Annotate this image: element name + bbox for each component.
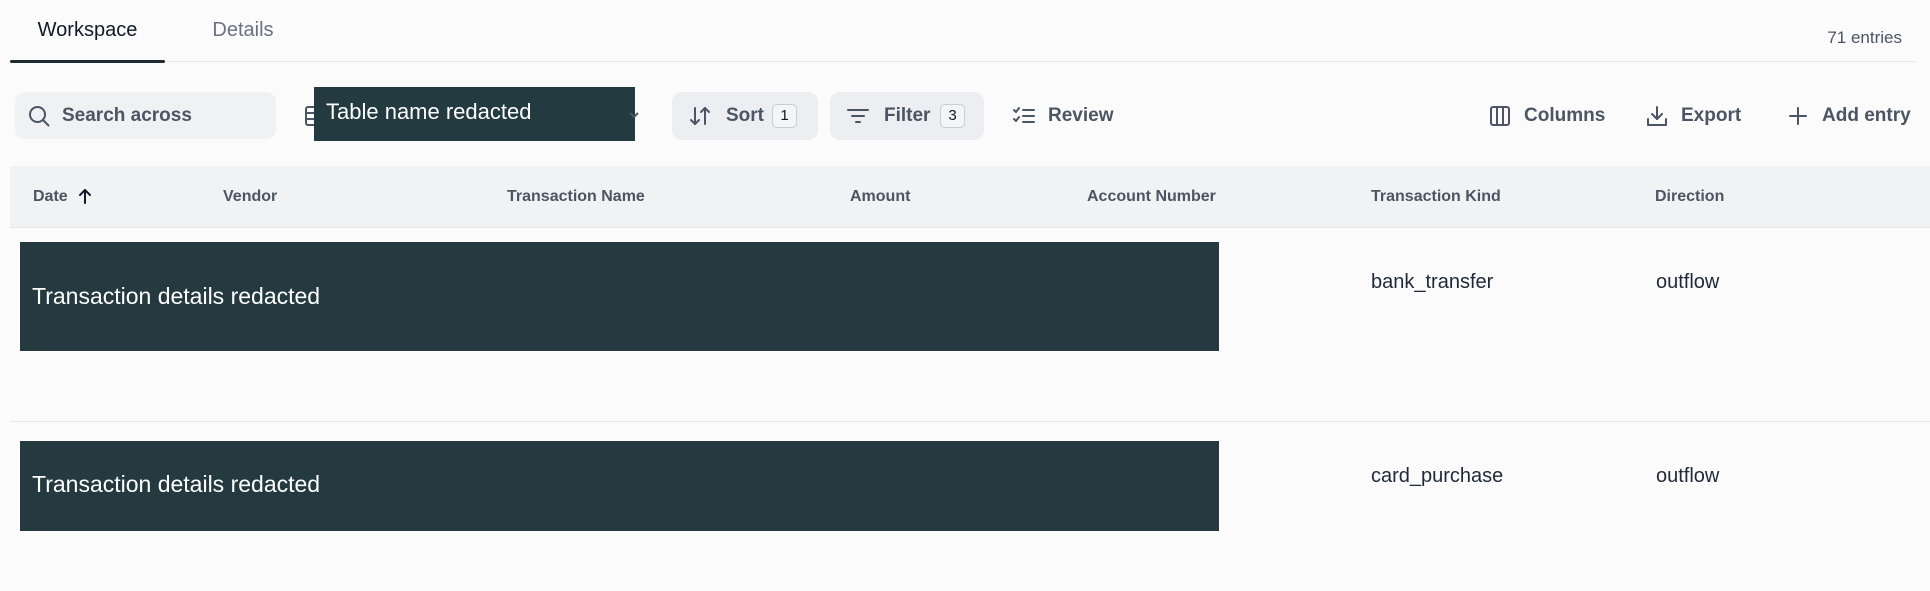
columns-button[interactable]: Columns [1488,92,1606,140]
export-button[interactable]: Export [1645,92,1745,140]
tab-details[interactable]: Details [188,0,298,62]
search-box[interactable] [15,92,276,139]
tab-bar: Workspace Details 71 entries [10,0,1916,63]
sort-count-badge: 1 [772,104,797,128]
search-icon [29,106,50,127]
checklist-icon [1013,107,1035,123]
app-root: Workspace Details 71 entries Table name … [0,0,1930,591]
column-header-account-number[interactable]: Account Number [1087,166,1216,228]
column-header-direction[interactable]: Direction [1655,166,1724,228]
filter-lines-icon [847,109,869,123]
direction-cell: outflow [1656,271,1720,293]
column-header-date[interactable]: Date [33,166,68,228]
review-button[interactable]: Review [1012,92,1122,140]
review-label: Review [1048,105,1114,126]
column-header-transaction-name[interactable]: Transaction Name [507,166,645,228]
toolbar: Table name redacted Sort 1 Filter 3 [0,85,1930,147]
redacted-transaction-details: Transaction details redacted [20,242,1219,351]
columns-label: Columns [1524,105,1606,126]
search-input[interactable] [62,92,262,139]
table-name-select[interactable]: Table name redacted [314,87,635,141]
chevron-down-icon [629,112,639,119]
column-header-vendor[interactable]: Vendor [223,166,277,228]
transaction-kind-cell: card_purchase [1371,465,1504,487]
table-header: Date Vendor Transaction Name Amount Acco… [10,166,1930,228]
filter-count-badge: 3 [940,104,965,128]
column-header-amount[interactable]: Amount [850,166,910,228]
sort-arrows-icon [690,107,710,125]
table-row[interactable]: Transaction details redacted card_purcha… [10,423,1930,591]
sort-label: Sort [726,105,764,126]
add-entry-label: Add entry [1822,105,1911,126]
arrow-up-icon [79,189,91,204]
redacted-transaction-details: Transaction details redacted [20,441,1219,531]
column-header-transaction-kind[interactable]: Transaction Kind [1371,166,1501,228]
sort-button[interactable]: Sort 1 [672,92,818,140]
add-entry-button[interactable]: Add entry [1786,92,1911,140]
entries-count: 71 entries [1827,28,1902,47]
download-icon [1647,106,1667,126]
filter-button[interactable]: Filter 3 [830,92,984,140]
direction-cell: outflow [1656,465,1720,487]
filter-label: Filter [884,105,931,126]
columns-icon [1490,106,1510,126]
export-label: Export [1681,105,1742,126]
table-row[interactable]: Transaction details redacted bank_transf… [10,229,1930,422]
plus-icon [1789,107,1807,125]
transaction-kind-cell: bank_transfer [1371,271,1494,293]
tab-workspace[interactable]: Workspace [10,0,165,63]
